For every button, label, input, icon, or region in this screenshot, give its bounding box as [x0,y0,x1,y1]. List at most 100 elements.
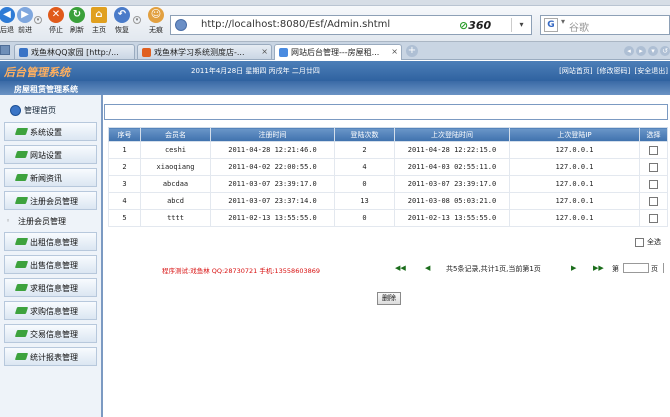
restore-button[interactable]: ↶ 恢复 [111,7,133,35]
sidebar-item-site-settings[interactable]: 网站设置 [4,145,97,164]
sidebar-item-label: 网站设置 [30,151,62,160]
row-checkbox[interactable] [649,145,658,155]
tab-scroll-left-icon[interactable]: ◂ [624,46,634,56]
cell-username: xiaoqiang [140,158,211,176]
tab-close-icon[interactable]: × [261,47,268,56]
last-page-icon[interactable]: ▶▶ [593,263,604,273]
forward-button[interactable]: ▶ 前进 [14,7,36,35]
cell-login-count: 4 [334,158,395,176]
cell-select [639,141,668,159]
table-row: 1 ceshi 2011-04-28 12:21:46.0 2 2011-04-… [108,141,668,159]
tab-scroll-right-icon[interactable]: ▸ [636,46,646,56]
tab-close-icon[interactable]: × [391,47,398,56]
sidebar-toggle-icon[interactable] [0,45,10,55]
sidebar-item-want-rent[interactable]: 求租信息管理 [4,278,97,297]
cell-reg-time: 2011-04-28 12:21:46.0 [210,141,335,159]
row-checkbox[interactable] [649,213,658,223]
tab-favicon-icon [19,48,28,57]
page-jump-input[interactable] [623,263,649,273]
stop-icon: ✕ [48,7,64,23]
tab-list-icon[interactable]: ▾ [648,46,658,56]
sidebar-item-label: 注册会员管理 [18,217,66,226]
traceless-button[interactable]: ☺ 无痕 [145,7,167,35]
row-checkbox[interactable] [649,179,658,189]
cell-last-login-time: 2011-04-03 02:55:11.0 [394,158,510,176]
search-box[interactable]: G ▾ 谷歌 [540,15,670,35]
tab-undo-close-icon[interactable]: ↺ [660,46,670,56]
search-engine-dropdown-icon[interactable]: ▾ [561,17,565,26]
address-bar[interactable]: http://localhost:8080/Esf/Admin.shtml ⊘3… [170,15,532,35]
delete-button[interactable]: 删除 [377,292,401,305]
row-checkbox[interactable] [649,162,658,172]
cell-select [639,158,668,176]
sidebar-item-for-sale[interactable]: 出售信息管理 [4,255,97,274]
cell-reg-time: 2011-04-02 22:00:55.0 [210,158,335,176]
brand-360-badge[interactable]: ⊘360 [459,19,491,32]
cell-last-login-ip: 127.0.0.1 [509,175,640,193]
brand-360-label: 360 [468,19,492,32]
history-dropdown-icon[interactable]: ▾ [34,16,42,24]
sidebar: 管理首页 系统设置 网站设置 新闻资讯 注册会员管理 ◦ 注册会员管理 出租信息… [0,95,103,417]
cell-index: 5 [108,209,141,227]
address-text[interactable]: http://localhost:8080/Esf/Admin.shtml [201,19,390,30]
next-page-icon[interactable]: ▶ [571,263,576,273]
refresh-button[interactable]: ↻ 刷新 [66,7,88,35]
sidebar-item-label: 出租信息管理 [30,238,78,247]
date-line: 2011年4月28日 星期四 丙戌年 二月廿四 [191,67,320,75]
cell-username: abcdaa [140,175,211,193]
cell-select [639,175,668,193]
table-row: 4 abcd 2011-03-07 23:37:14.0 13 2011-03-… [108,192,668,210]
sidebar-item-transactions[interactable]: 交易信息管理 [4,324,97,343]
cell-username: ceshi [140,141,211,159]
logout-link[interactable]: [安全退出] [635,67,668,75]
sidebar-item-want-buy[interactable]: 求购信息管理 [4,301,97,320]
search-input[interactable]: 谷歌 [569,19,589,34]
header-links: [网站首页] [修改密码] [安全退出] [557,66,668,76]
arrow-folder-icon [14,353,29,360]
change-password-link[interactable]: [修改密码] [597,67,630,75]
tab-study-system[interactable]: 戏鱼林学习系统测度店-... × [137,44,272,59]
home-icon: ⌂ [91,7,107,23]
sidebar-item-members[interactable]: 注册会员管理 [4,191,97,210]
cell-username: abcd [140,192,211,210]
first-page-icon[interactable]: ◀◀ [395,263,406,273]
cell-last-login-time: 2011-03-08 05:03:21.0 [394,192,510,210]
restore-dropdown-icon[interactable]: ▾ [133,16,141,24]
sidebar-item-label: 新闻资讯 [30,174,62,183]
cell-index: 2 [108,158,141,176]
page-jump-go-button[interactable] [663,263,669,273]
sidebar-subitem-members[interactable]: ◦ 注册会员管理 [4,212,97,231]
sidebar-item-system-settings[interactable]: 系统设置 [4,122,97,141]
home-button[interactable]: ⌂ 主页 [88,7,110,35]
new-tab-icon[interactable]: + [406,45,418,57]
cell-last-login-time: 2011-03-07 23:39:17.0 [394,175,510,193]
prev-page-icon[interactable]: ◀ [425,263,430,273]
cell-select [639,209,668,227]
col-header-last-login-ip: 上次登陆IP [509,127,640,142]
tab-admin-active[interactable]: 网站后台管理---房屋租... × [274,44,402,60]
sidebar-item-reports[interactable]: 统计报表管理 [4,347,97,366]
cell-reg-time: 2011-02-13 13:55:55.0 [210,209,335,227]
sidebar-home-link[interactable]: 管理首页 [24,105,56,116]
site-home-link[interactable]: [网站首页] [559,67,592,75]
search-engine-icon[interactable]: G [544,18,558,32]
cell-last-login-ip: 127.0.0.1 [509,209,640,227]
sidebar-item-news[interactable]: 新闻资讯 [4,168,97,187]
col-header-login-count: 登陆次数 [334,127,395,142]
cell-last-login-time: 2011-04-28 12:22:15.0 [394,141,510,159]
sidebar-item-rent-out[interactable]: 出租信息管理 [4,232,97,251]
col-header-last-login-time: 上次登陆时间 [394,127,510,142]
address-dropdown-icon[interactable]: ▾ [511,18,531,32]
row-checkbox[interactable] [649,196,658,206]
back-arrow-icon: ◀ [0,7,15,23]
tab-qq-home[interactable]: 戏鱼林QQ家园 [http:/... [14,44,135,59]
select-all-checkbox[interactable] [635,237,644,247]
arrow-folder-icon [14,261,29,268]
col-header-reg-time: 注册时间 [210,127,335,142]
tab-bar: 戏鱼林QQ家园 [http:/... 戏鱼林学习系统测度店-... × 网站后台… [0,42,670,60]
table-header-row: 序号 会员名 注册时间 登陆次数 上次登陆时间 上次登陆IP 选择 [108,127,668,142]
app-logo: 后台管理系统 [4,66,70,79]
cell-index: 1 [108,141,141,159]
sidebar-item-label: 统计报表管理 [30,353,78,362]
stop-button[interactable]: ✕ 停止 [45,7,67,35]
